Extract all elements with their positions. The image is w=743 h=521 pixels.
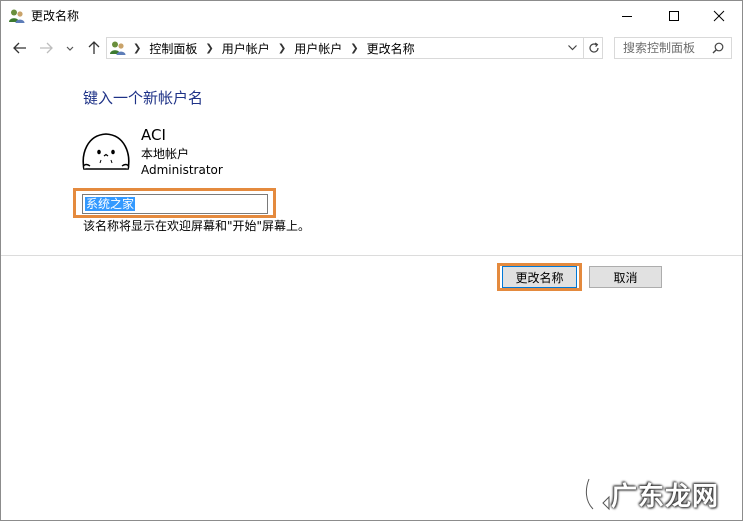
address-bar[interactable]: ❯ 控制面板 ❯ 用户帐户 ❯ 用户帐户 ❯ 更改名称 bbox=[106, 37, 603, 59]
title-bar[interactable]: 更改名称 bbox=[1, 1, 742, 31]
navigation-bar: ❯ 控制面板 ❯ 用户帐户 ❯ 用户帐户 ❯ 更改名称 搜索控制面板 bbox=[1, 33, 742, 63]
chevron-right-icon[interactable]: ❯ bbox=[278, 43, 286, 54]
avatar bbox=[81, 129, 131, 173]
search-icon[interactable] bbox=[712, 42, 724, 54]
chevron-right-icon[interactable]: ❯ bbox=[350, 43, 358, 54]
chevron-down-icon bbox=[568, 45, 577, 51]
breadcrumb-change-name[interactable]: 更改名称 bbox=[367, 40, 415, 57]
close-icon bbox=[713, 10, 725, 22]
up-button[interactable] bbox=[86, 40, 102, 56]
watermark-logo-icon bbox=[584, 478, 610, 511]
seal-avatar-icon bbox=[82, 133, 130, 170]
maximize-button[interactable] bbox=[651, 1, 697, 31]
address-dropdown-button[interactable] bbox=[563, 38, 581, 58]
minimize-icon bbox=[622, 16, 632, 17]
arrow-right-icon bbox=[40, 42, 53, 54]
recent-locations-button[interactable] bbox=[65, 40, 75, 56]
close-button[interactable] bbox=[696, 1, 742, 31]
user-accounts-icon bbox=[9, 8, 25, 24]
forward-button[interactable] bbox=[38, 40, 54, 56]
account-group: Administrator bbox=[141, 163, 223, 177]
name-hint: 该名称将显示在欢迎屏幕和"开始"屏幕上。 bbox=[83, 219, 311, 233]
change-name-button[interactable]: 更改名称 bbox=[502, 266, 577, 288]
window-title: 更改名称 bbox=[31, 9, 80, 23]
refresh-button[interactable] bbox=[583, 38, 603, 58]
breadcrumb-control-panel[interactable]: 控制面板 bbox=[149, 40, 197, 57]
chevron-right-icon[interactable]: ❯ bbox=[205, 43, 213, 54]
arrow-up-icon bbox=[88, 41, 100, 54]
back-button[interactable] bbox=[12, 40, 28, 56]
user-accounts-icon bbox=[110, 40, 126, 56]
watermark: 广东龙网 bbox=[583, 471, 735, 517]
minimize-button[interactable] bbox=[604, 1, 650, 31]
account-type: 本地帐户 bbox=[141, 147, 190, 161]
new-name-value: 系统之家 bbox=[85, 197, 136, 211]
new-name-input[interactable]: 系统之家 bbox=[82, 194, 268, 214]
arrow-left-icon bbox=[13, 42, 26, 54]
divider bbox=[1, 255, 742, 256]
chevron-right-icon: ❯ bbox=[133, 42, 142, 54]
breadcrumb-user-accounts[interactable]: 用户帐户 bbox=[222, 40, 270, 57]
breadcrumb-user-accounts-sub[interactable]: 用户帐户 bbox=[294, 40, 342, 57]
maximize-icon bbox=[669, 11, 679, 21]
search-box[interactable]: 搜索控制面板 bbox=[614, 37, 732, 59]
account-name: ACI bbox=[141, 126, 166, 144]
watermark-text: 广东龙网 bbox=[611, 482, 720, 512]
refresh-icon bbox=[589, 42, 599, 53]
rename-window: 更改名称 ❯ 控制面板 ❯ 用户帐户 ❯ 用户帐户 ❯ 更改名称 搜索控制面板 … bbox=[0, 0, 743, 521]
page-heading: 键入一个新帐户名 bbox=[83, 89, 204, 107]
search-placeholder: 搜索控制面板 bbox=[623, 41, 696, 55]
cancel-button[interactable]: 取消 bbox=[589, 266, 662, 288]
breadcrumb: ❯ 控制面板 ❯ 用户帐户 ❯ 用户帐户 ❯ 更改名称 bbox=[133, 38, 415, 58]
chevron-down-icon bbox=[66, 46, 74, 51]
